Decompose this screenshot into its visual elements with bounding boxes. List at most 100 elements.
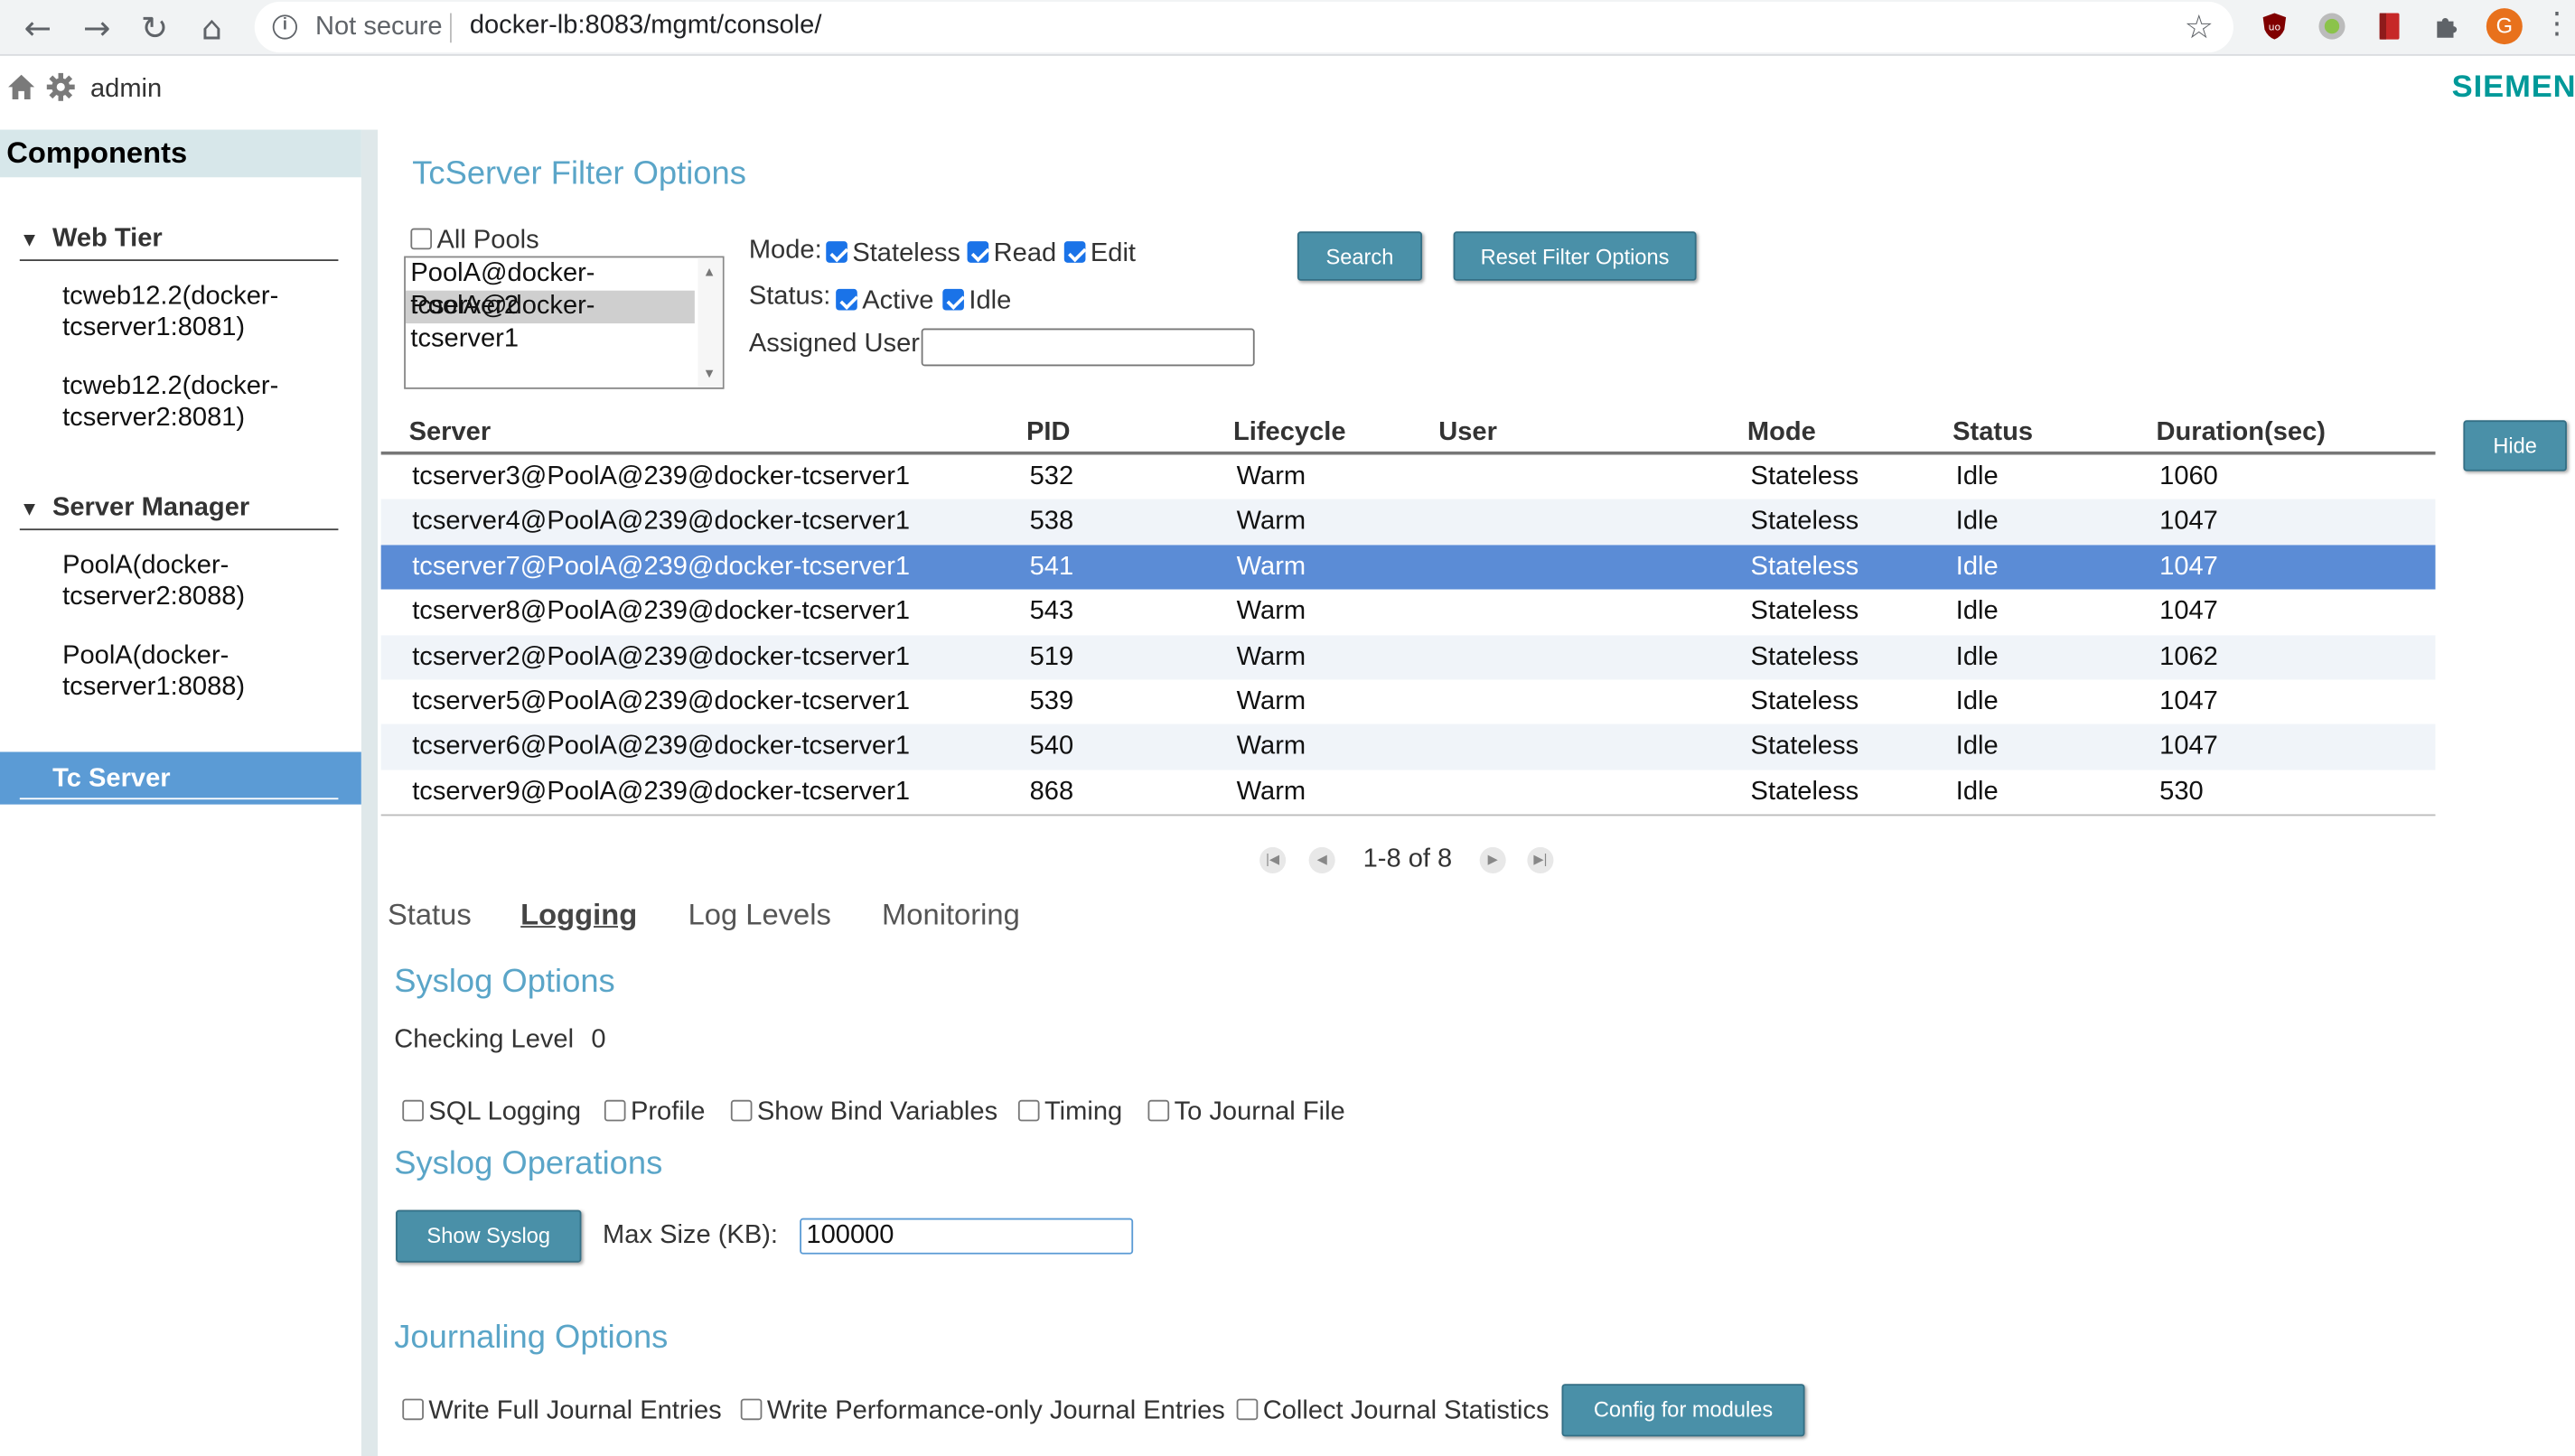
- to-journal-file-checkbox[interactable]: [1147, 1099, 1170, 1122]
- max-size-label: Max Size (KB):: [603, 1221, 778, 1250]
- config-for-modules-button[interactable]: Config for modules: [1561, 1384, 1805, 1437]
- column-header-duration[interactable]: Duration(sec): [2157, 418, 2326, 448]
- tab-monitoring[interactable]: Monitoring: [882, 898, 1020, 932]
- column-header-server[interactable]: Server: [409, 418, 492, 448]
- cell-server: tcserver7@PoolA@239@docker-tcserver1: [412, 553, 911, 582]
- back-arrow-icon[interactable]: ←: [18, 8, 58, 48]
- column-header-pid[interactable]: PID: [1026, 418, 1070, 448]
- tc-server-underline: [19, 798, 339, 800]
- write-full-journal-label: Write Full Journal Entries: [428, 1396, 722, 1425]
- show-bind-variables-option[interactable]: Show Bind Variables: [730, 1098, 997, 1128]
- sidebar-item-tcweb-tcserver2[interactable]: tcweb12.2(docker- tcserver2:8081): [62, 371, 342, 434]
- bookmark-star-icon[interactable]: ☆: [2185, 6, 2214, 46]
- sidebar-item-poola-tcserver1[interactable]: PoolA(docker- tcserver1:8088): [62, 640, 342, 703]
- assigned-user-input[interactable]: [921, 328, 1255, 367]
- table-row[interactable]: tcserver6@PoolA@239@docker-tcserver1 540…: [380, 724, 2436, 770]
- extensions-puzzle-icon[interactable]: [2432, 12, 2462, 42]
- mode-read-option[interactable]: Read: [967, 239, 1056, 269]
- table-row[interactable]: tcserver3@PoolA@239@docker-tcserver1 532…: [381, 454, 2436, 499]
- tab-log-levels[interactable]: Log Levels: [688, 898, 831, 932]
- collapse-triangle-icon[interactable]: ▼: [20, 229, 40, 251]
- pool-option-selected[interactable]: PoolA@docker-tcserver1: [405, 290, 695, 353]
- column-header-mode[interactable]: Mode: [1747, 418, 1816, 448]
- search-button[interactable]: Search: [1297, 231, 1423, 281]
- url-text[interactable]: docker-lb:8083/mgmt/console/: [470, 12, 822, 42]
- write-full-journal-option[interactable]: Write Full Journal Entries: [402, 1396, 722, 1427]
- bookmark-extension-icon[interactable]: [2374, 12, 2404, 42]
- prev-page-icon[interactable]: ◀: [1308, 846, 1335, 873]
- edit-checkbox[interactable]: [1063, 241, 1086, 263]
- idle-checkbox[interactable]: [942, 288, 964, 311]
- table-row[interactable]: tcserver9@PoolA@239@docker-tcserver1 868…: [381, 770, 2436, 815]
- reset-filter-button[interactable]: Reset Filter Options: [1453, 231, 1697, 281]
- sidebar-splitter[interactable]: [360, 129, 379, 1456]
- hide-button[interactable]: Hide: [2463, 420, 2567, 471]
- tab-logging[interactable]: Logging: [520, 898, 637, 932]
- all-pools-checkbox[interactable]: [410, 228, 433, 250]
- ublock-shield-icon[interactable]: uo: [2260, 12, 2289, 42]
- profile-avatar[interactable]: G: [2486, 8, 2523, 45]
- active-checkbox[interactable]: [836, 288, 857, 311]
- sidebar-item-poola-tcserver2[interactable]: PoolA(docker- tcserver2:8088): [62, 550, 342, 612]
- write-performance-journal-checkbox[interactable]: [740, 1398, 763, 1421]
- server-manager-section[interactable]: ▼ Server Manager: [19, 494, 339, 531]
- timing-label: Timing: [1044, 1097, 1123, 1126]
- sql-logging-checkbox[interactable]: [402, 1099, 424, 1122]
- info-icon[interactable]: i: [272, 14, 297, 40]
- show-bind-variables-checkbox[interactable]: [730, 1099, 753, 1122]
- collect-journal-statistics-checkbox[interactable]: [1236, 1398, 1259, 1421]
- column-header-user[interactable]: User: [1438, 418, 1497, 448]
- cell-server: tcserver3@PoolA@239@docker-tcserver1: [412, 462, 911, 491]
- mode-edit-option[interactable]: Edit: [1063, 239, 1136, 269]
- table-row[interactable]: tcserver5@PoolA@239@docker-tcserver1 539…: [381, 679, 2436, 724]
- app-home-icon[interactable]: [6, 72, 36, 102]
- last-page-icon[interactable]: ▶|: [1527, 846, 1554, 873]
- read-checkbox[interactable]: [967, 241, 989, 263]
- status-active-option[interactable]: Active: [836, 287, 933, 317]
- next-page-icon[interactable]: ▶: [1479, 846, 1506, 873]
- write-performance-journal-option[interactable]: Write Performance-only Journal Entries: [740, 1397, 1225, 1427]
- home-icon[interactable]: ⌂: [192, 8, 232, 48]
- timing-checkbox[interactable]: [1017, 1099, 1040, 1122]
- first-page-icon[interactable]: |◀: [1259, 846, 1287, 873]
- forward-arrow-icon[interactable]: →: [77, 8, 117, 48]
- address-bar[interactable]: i Not secure docker-lb:8083/mgmt/console…: [254, 1, 2233, 53]
- sidebar-item-tcweb-tcserver1[interactable]: tcweb12.2(docker- tcserver1:8081): [62, 281, 342, 343]
- cell-server: tcserver6@PoolA@239@docker-tcserver1: [412, 733, 911, 761]
- settings-gear-icon[interactable]: [46, 72, 76, 102]
- svg-text:uo: uo: [2269, 22, 2281, 33]
- mode-stateless-option[interactable]: Stateless: [826, 239, 960, 269]
- collapse-triangle-icon[interactable]: ▼: [20, 498, 40, 520]
- stateless-checkbox[interactable]: [826, 241, 847, 263]
- write-full-journal-checkbox[interactable]: [402, 1398, 424, 1421]
- pool-list[interactable]: PoolA@docker-tcserver2 PoolA@docker-tcse…: [404, 256, 725, 389]
- status-idle-option[interactable]: Idle: [942, 287, 1011, 317]
- extension-circle-icon[interactable]: [2318, 12, 2347, 42]
- cell-mode: Stateless: [1750, 642, 1859, 671]
- table-row-selected[interactable]: tcserver7@PoolA@239@docker-tcserver1 541…: [380, 545, 2436, 590]
- sidebar-item-tc-server[interactable]: Tc Server: [0, 751, 361, 805]
- profile-checkbox[interactable]: [604, 1099, 626, 1122]
- cell-status: Idle: [1955, 687, 1999, 716]
- table-row[interactable]: tcserver8@PoolA@239@docker-tcserver1 543…: [381, 590, 2436, 635]
- tab-status[interactable]: Status: [388, 898, 472, 932]
- timing-option[interactable]: Timing: [1017, 1097, 1123, 1128]
- max-size-input[interactable]: 100000: [800, 1218, 1134, 1255]
- profile-option[interactable]: Profile: [604, 1098, 705, 1128]
- show-syslog-button[interactable]: Show Syslog: [396, 1209, 582, 1263]
- to-journal-file-option[interactable]: To Journal File: [1147, 1098, 1345, 1128]
- pool-list-scrollbar[interactable]: ▲ ▼: [698, 257, 723, 387]
- scroll-up-icon[interactable]: ▲: [703, 265, 716, 279]
- web-tier-section[interactable]: ▼ Web Tier: [19, 225, 339, 261]
- collect-journal-statistics-option[interactable]: Collect Journal Statistics: [1236, 1397, 1550, 1427]
- scroll-down-icon[interactable]: ▼: [703, 366, 716, 380]
- table-row[interactable]: tcserver2@PoolA@239@docker-tcserver1 519…: [380, 634, 2436, 680]
- reload-icon[interactable]: ↻: [135, 8, 174, 48]
- browser-menu-icon[interactable]: ⋮: [2542, 6, 2572, 41]
- all-pools-option[interactable]: All Pools: [410, 227, 539, 257]
- sql-logging-option[interactable]: SQL Logging: [402, 1098, 581, 1128]
- pool-option[interactable]: PoolA@docker-tcserver2: [406, 257, 695, 320]
- column-header-lifecycle[interactable]: Lifecycle: [1233, 418, 1345, 448]
- column-header-status[interactable]: Status: [1952, 418, 2033, 448]
- table-row[interactable]: tcserver4@PoolA@239@docker-tcserver1 538…: [380, 499, 2436, 546]
